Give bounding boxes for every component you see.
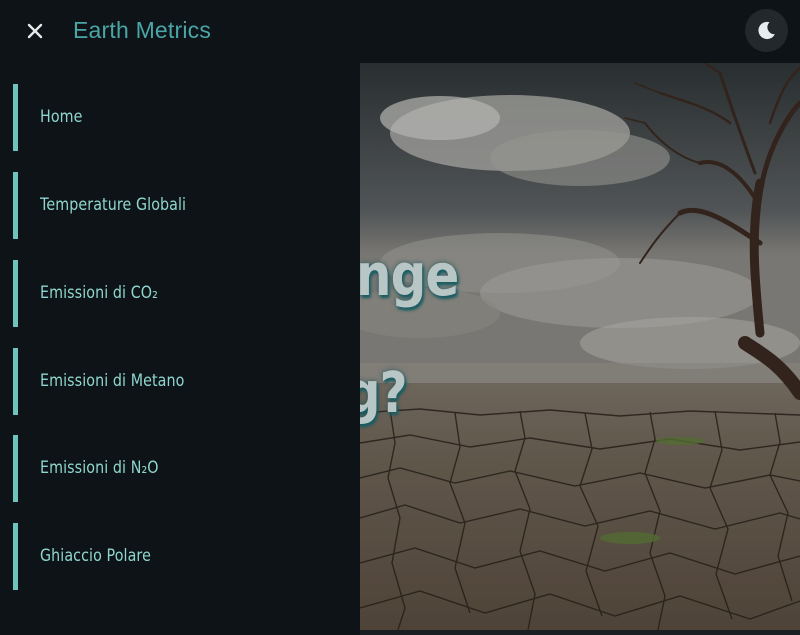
nav-item-indicator xyxy=(13,260,18,327)
nav-item-indicator xyxy=(13,172,18,239)
nav-item-home[interactable]: Home xyxy=(13,84,353,151)
side-drawer: Home Temperature Globali Emissioni di CO… xyxy=(0,63,360,635)
nav-item-label: Home xyxy=(40,107,83,127)
hero-subtitle: g? xyxy=(360,361,408,426)
nav-item-label: Emissioni di N₂O xyxy=(40,458,159,478)
close-icon xyxy=(27,23,43,39)
app-root: Earth Metrics Home Temperature Globali E… xyxy=(0,0,800,635)
nav-item-label: Temperature Globali xyxy=(40,195,187,215)
nav-item-emissioni-n2o[interactable]: Emissioni di N₂O xyxy=(13,435,353,502)
nav-item-indicator xyxy=(13,523,18,590)
nav-item-indicator xyxy=(13,348,18,415)
brand-title[interactable]: Earth Metrics xyxy=(73,17,211,44)
nav-item-ghiaccio-polare[interactable]: Ghiaccio Polare xyxy=(13,523,353,590)
nav-item-indicator xyxy=(13,84,18,151)
moon-icon xyxy=(758,21,775,40)
hero-title: nge xyxy=(360,241,459,309)
nav-item-label: Emissioni di Metano xyxy=(40,371,185,391)
bottom-strip xyxy=(360,630,800,635)
nav-item-temperature-globali[interactable]: Temperature Globali xyxy=(13,172,353,239)
nav-item-indicator xyxy=(13,435,18,502)
hero-title-text: nge xyxy=(360,241,459,309)
top-header: Earth Metrics xyxy=(0,0,800,63)
close-menu-button[interactable] xyxy=(22,18,48,44)
nav-item-label: Ghiaccio Polare xyxy=(40,546,151,566)
nav-item-label: Emissioni di CO₂ xyxy=(40,283,158,303)
nav-item-emissioni-co2[interactable]: Emissioni di CO₂ xyxy=(13,260,353,327)
hero-text-clip: nge g? xyxy=(360,63,800,630)
theme-toggle-button[interactable] xyxy=(745,9,788,52)
nav-item-emissioni-metano[interactable]: Emissioni di Metano xyxy=(13,348,353,415)
